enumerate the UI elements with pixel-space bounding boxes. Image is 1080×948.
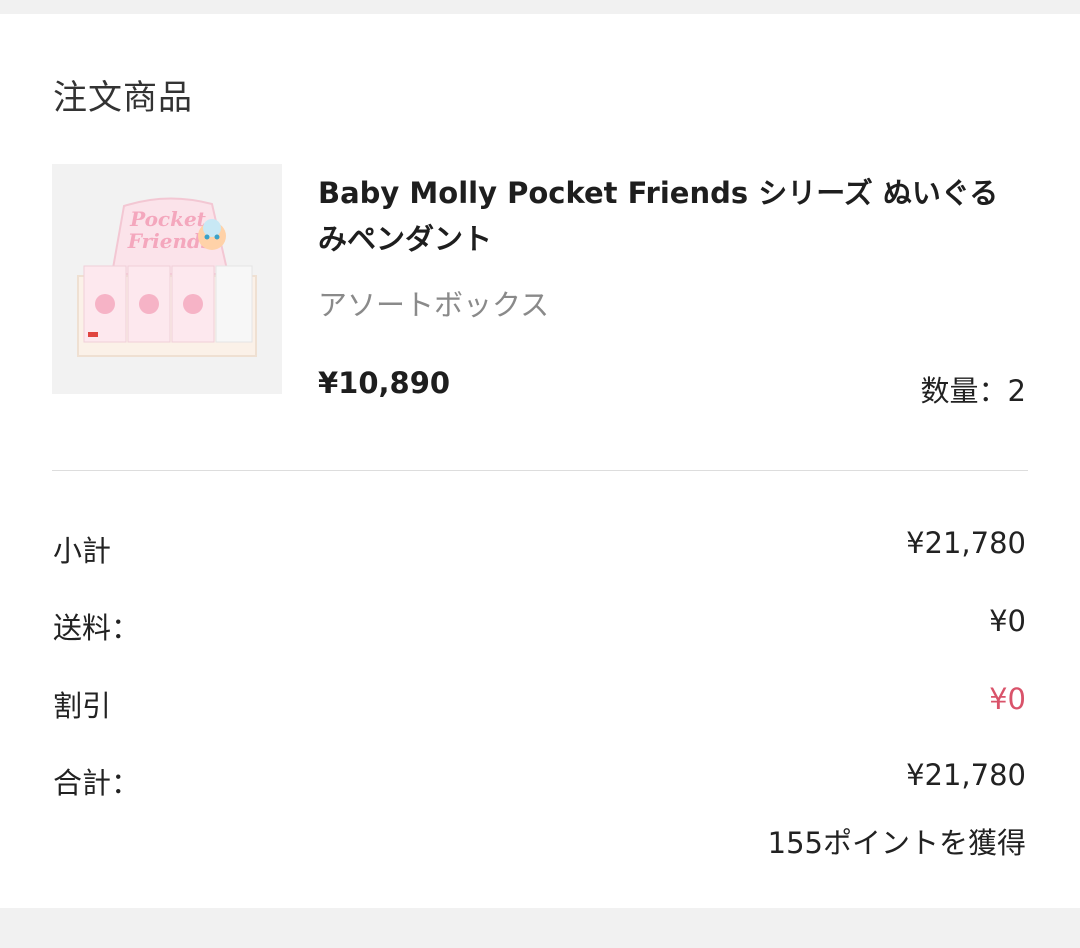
shipping-value: ¥0: [989, 604, 1026, 638]
total-value: ¥21,780: [906, 758, 1026, 792]
divider: [52, 470, 1028, 471]
product-price: ¥10,890: [318, 366, 451, 400]
product-quantity: 数量：2: [920, 374, 1026, 408]
discount-label: 割引: [53, 689, 112, 723]
subtotal-label: 小計: [53, 534, 112, 568]
total-label: 合計：: [53, 766, 141, 800]
subtotal-value: ¥21,780: [906, 526, 1026, 560]
product-thumbnail[interactable]: Pocket Friends: [52, 164, 282, 394]
discount-value: ¥0: [989, 682, 1026, 716]
product-variant: アソートボックス: [318, 288, 550, 322]
points-earned: 155ポイントを獲得: [767, 826, 1026, 860]
shipping-label: 送料：: [53, 611, 141, 645]
logo-text-line1: Pocket: [129, 207, 207, 231]
blind-boxes: [83, 265, 253, 343]
product-name[interactable]: Baby Molly Pocket Friends シリーズ ぬいぐるみペンダン…: [318, 170, 1018, 262]
section-title: 注文商品: [53, 78, 193, 118]
product-image: Pocket Friends: [52, 164, 282, 394]
